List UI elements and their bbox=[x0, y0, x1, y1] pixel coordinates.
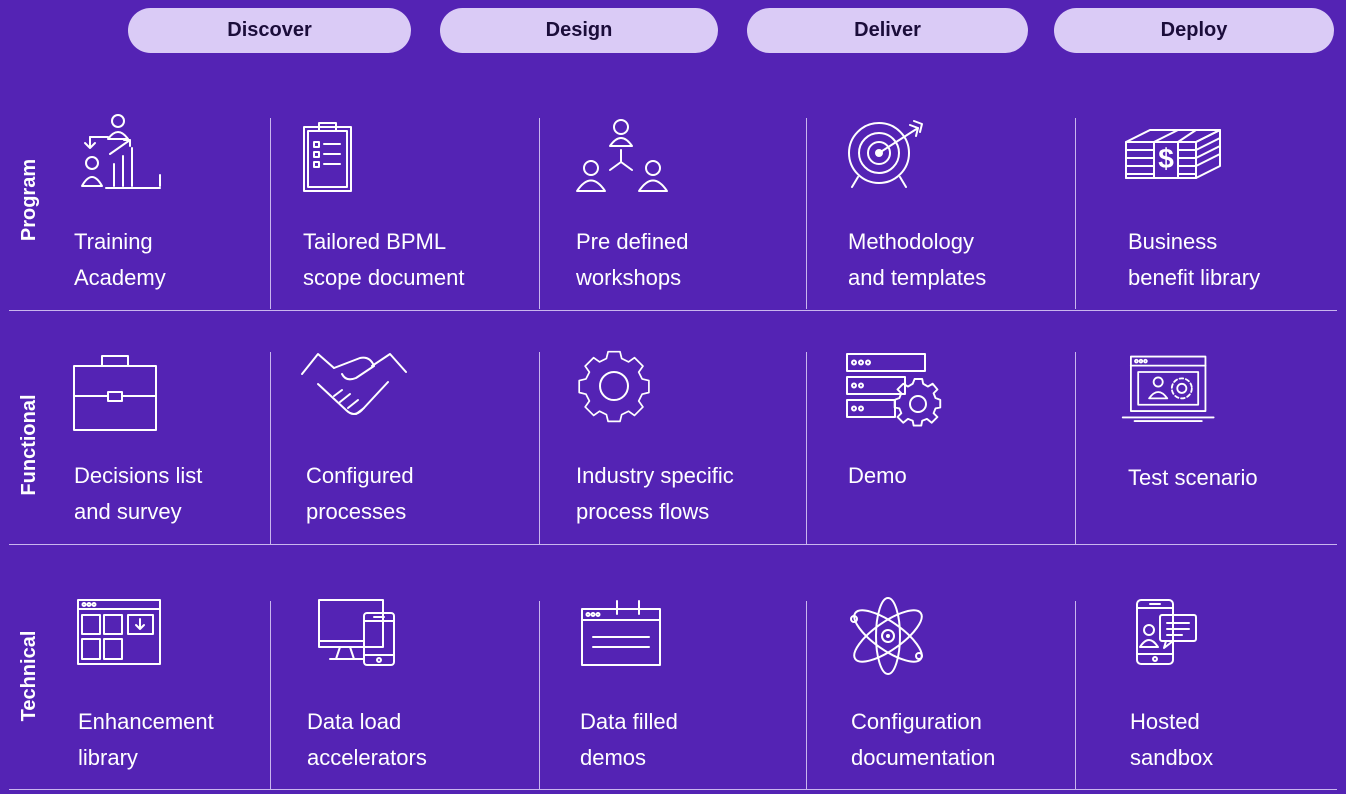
gear-icon bbox=[574, 350, 674, 433]
row-divider bbox=[9, 544, 1337, 545]
item-label: Pre defined workshops bbox=[576, 229, 689, 290]
handshake-icon bbox=[301, 352, 407, 432]
row-label-program: Program bbox=[18, 158, 40, 242]
item-label: Configured processes bbox=[306, 463, 414, 524]
phase-discover: Discover bbox=[128, 8, 411, 53]
column-divider bbox=[539, 601, 540, 789]
item-label: Methodology and templates bbox=[848, 229, 987, 290]
item-label: Industry specific process flows bbox=[576, 463, 734, 524]
column-divider bbox=[1075, 601, 1076, 789]
row-divider bbox=[9, 310, 1337, 311]
column-divider bbox=[806, 352, 807, 544]
devices-icon bbox=[318, 599, 418, 679]
item-label: Hosted sandbox bbox=[1130, 709, 1214, 770]
briefcase-icon bbox=[73, 352, 174, 432]
phase-deploy: Deploy bbox=[1054, 8, 1334, 53]
column-divider bbox=[539, 118, 540, 309]
app-window-grid-icon bbox=[77, 599, 177, 679]
column-divider bbox=[1075, 352, 1076, 544]
item-label: Enhancement library bbox=[78, 709, 214, 770]
item-label: Business benefit library bbox=[1128, 229, 1261, 290]
row-label-technical: Technical bbox=[18, 630, 40, 722]
phase-deliver: Deliver bbox=[747, 8, 1028, 53]
item-label: Demo bbox=[848, 463, 907, 488]
laptop-user-gear-icon bbox=[1120, 352, 1220, 432]
column-divider bbox=[539, 352, 540, 544]
row-divider bbox=[9, 789, 1337, 790]
people-network-icon bbox=[574, 116, 674, 196]
target-arrow-icon bbox=[846, 115, 946, 195]
item-label: Data load accelerators bbox=[307, 709, 427, 770]
row-label-functional: Functional bbox=[18, 394, 40, 496]
item-label: Tailored BPML scope document bbox=[303, 229, 465, 290]
phase-design: Design bbox=[440, 8, 718, 53]
item-label: Training Academy bbox=[74, 229, 166, 290]
money-stack-icon: $ bbox=[1118, 122, 1221, 202]
atom-icon bbox=[848, 597, 948, 680]
calendar-icon bbox=[581, 600, 681, 681]
clipboard-checklist-icon bbox=[303, 122, 403, 204]
column-divider bbox=[806, 601, 807, 789]
server-gear-icon bbox=[846, 353, 946, 433]
item-label: Decisions list and survey bbox=[74, 463, 203, 524]
mobile-chat-icon bbox=[1136, 599, 1236, 679]
item-label: Data filled demos bbox=[580, 709, 678, 770]
column-divider bbox=[806, 118, 807, 309]
item-label: Test scenario bbox=[1128, 465, 1258, 490]
column-divider bbox=[1075, 118, 1076, 309]
item-label: Configuration documentation bbox=[851, 709, 996, 770]
training-hierarchy-icon bbox=[74, 112, 174, 192]
svg-text:$: $ bbox=[1158, 143, 1174, 174]
